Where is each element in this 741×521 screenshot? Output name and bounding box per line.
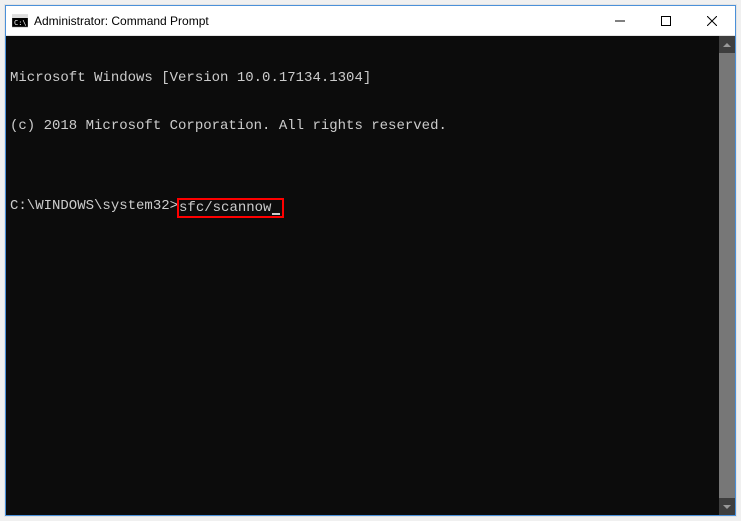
command-text: sfc/scannow: [179, 200, 271, 216]
vertical-scrollbar[interactable]: [719, 36, 735, 515]
titlebar[interactable]: C:\ Administrator: Command Prompt: [6, 6, 735, 36]
prompt-line: C:\WINDOWS\system32>sfc/scannow: [10, 198, 719, 218]
scroll-down-button[interactable]: [719, 498, 735, 515]
terminal-output[interactable]: Microsoft Windows [Version 10.0.17134.13…: [6, 36, 719, 515]
chevron-up-icon: [723, 43, 731, 47]
minimize-button[interactable]: [597, 6, 643, 35]
app-icon: C:\: [12, 13, 28, 29]
scroll-track[interactable]: [719, 53, 735, 498]
window-title: Administrator: Command Prompt: [34, 14, 597, 28]
svg-text:C:\: C:\: [14, 19, 27, 27]
terminal-area: Microsoft Windows [Version 10.0.17134.13…: [6, 36, 735, 515]
minimize-icon: [615, 16, 625, 26]
window-controls: [597, 6, 735, 35]
close-icon: [707, 16, 717, 26]
maximize-button[interactable]: [643, 6, 689, 35]
prompt-text: C:\WINDOWS\system32>: [10, 198, 178, 214]
command-prompt-window: C:\ Administrator: Command Prompt: [5, 5, 736, 516]
version-line: Microsoft Windows [Version 10.0.17134.13…: [10, 70, 719, 86]
maximize-icon: [661, 16, 671, 26]
copyright-line: (c) 2018 Microsoft Corporation. All righ…: [10, 118, 719, 134]
command-highlight: sfc/scannow: [177, 198, 284, 218]
scroll-thumb[interactable]: [719, 53, 735, 498]
close-button[interactable]: [689, 6, 735, 35]
scroll-up-button[interactable]: [719, 36, 735, 53]
cursor-icon: [272, 213, 280, 215]
chevron-down-icon: [723, 505, 731, 509]
